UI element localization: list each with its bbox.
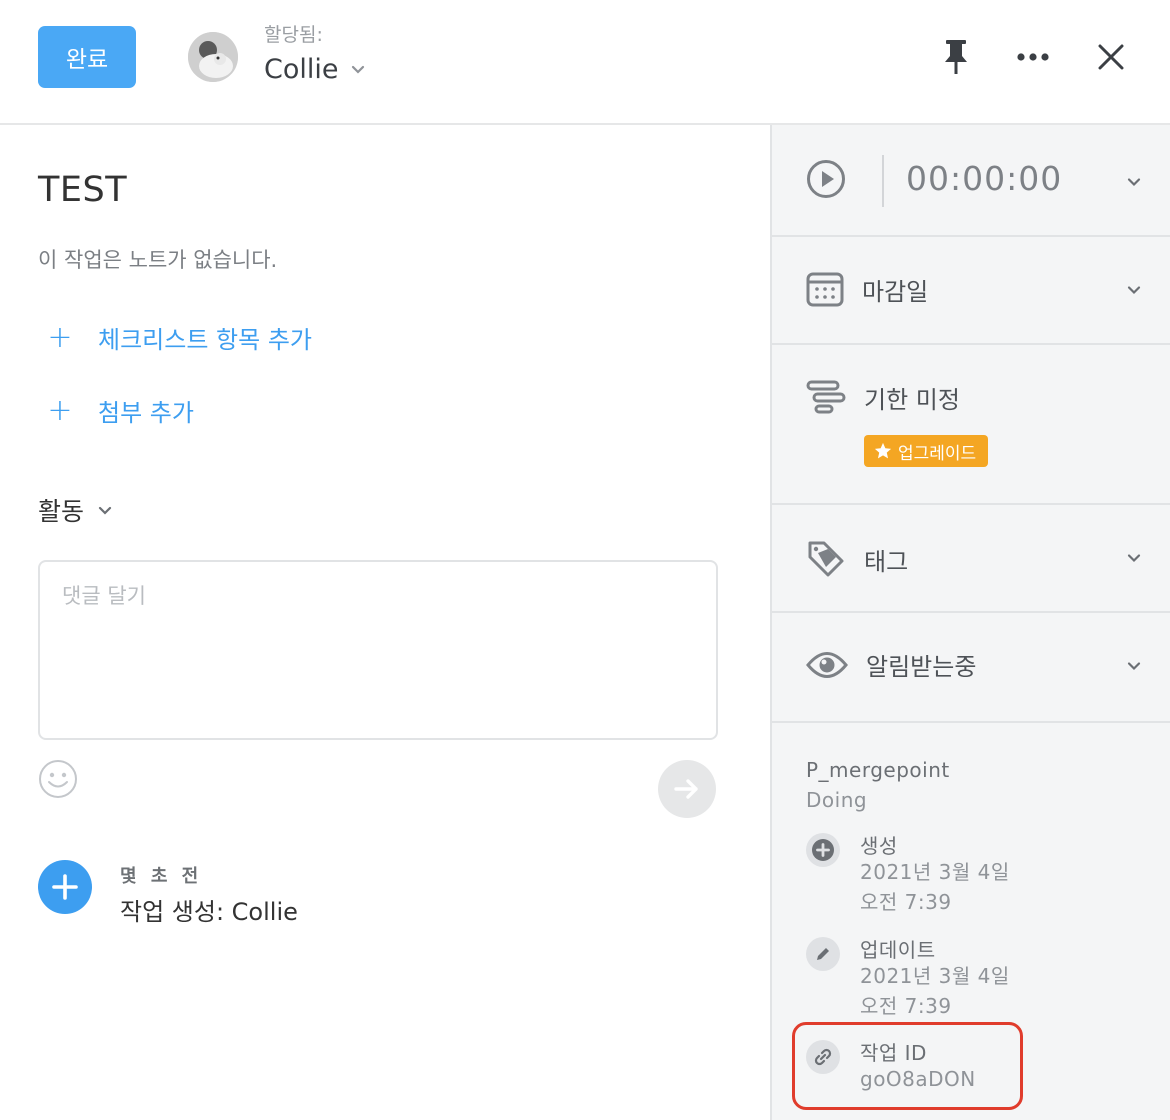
updated-label: 업데이트 xyxy=(860,938,936,962)
created-date: 2021년 3월 4일 xyxy=(860,860,1010,884)
assignee-avatar[interactable] xyxy=(188,32,238,82)
send-comment-button[interactable] xyxy=(658,760,716,818)
chevron-down-icon[interactable] xyxy=(1126,177,1142,187)
assigned-label: 할당됨: xyxy=(264,24,323,46)
following-label: 알림받는중 xyxy=(866,653,977,681)
upgrade-button[interactable]: 업그레이드 xyxy=(864,435,989,467)
done-button[interactable]: 완료 xyxy=(38,26,136,88)
duration-section: 기한 미정 업그레이드 xyxy=(772,345,1170,505)
comment-input[interactable] xyxy=(62,580,694,720)
plus-icon: + xyxy=(47,319,73,355)
plus-icon: + xyxy=(47,392,73,428)
project-name[interactable]: P_mergepoint xyxy=(806,758,950,782)
created-time: 오전 7:39 xyxy=(860,890,952,914)
followers-section[interactable]: 알림받는중 xyxy=(772,613,1170,723)
arrow-right-icon xyxy=(674,779,698,799)
pencil-icon xyxy=(817,948,829,960)
upgrade-label: 업그레이드 xyxy=(898,443,977,464)
created-icon-wrap xyxy=(806,833,840,867)
updated-time: 오전 7:39 xyxy=(860,994,952,1018)
activity-text: 작업 생성: Collie xyxy=(120,898,298,926)
due-date-label: 마감일 xyxy=(862,277,929,306)
add-checklist-button[interactable]: + 체크리스트 항목 추가 xyxy=(46,320,312,355)
timer-divider xyxy=(882,155,884,207)
tag-icon xyxy=(808,541,844,577)
chevron-down-icon[interactable] xyxy=(1126,553,1142,563)
add-attachment-button[interactable]: + 첨부 추가 xyxy=(46,393,194,428)
plus-circle-icon xyxy=(812,839,834,861)
assignee-name: Collie xyxy=(264,54,339,85)
duration-label: 기한 미정 xyxy=(864,385,960,414)
timer-section: 00:00:00 xyxy=(772,125,1170,237)
updated-icon-wrap xyxy=(806,937,840,971)
comment-box xyxy=(38,560,718,740)
activity-created-icon xyxy=(38,860,92,914)
task-title[interactable]: TEST xyxy=(38,170,127,210)
more-icon[interactable] xyxy=(1012,36,1054,78)
timer-display[interactable]: 00:00:00 xyxy=(906,159,1062,198)
activity-heading[interactable]: 활동 xyxy=(38,492,112,528)
activity-label: 활동 xyxy=(38,497,85,526)
chevron-down-icon xyxy=(351,65,364,74)
star-icon xyxy=(874,442,892,459)
task-sidebar: 00:00:00 마감일 기한 미정 업그레이드 태그 알림받는중 P_merg… xyxy=(770,125,1170,1120)
chevron-down-icon xyxy=(98,506,112,515)
emoji-icon[interactable] xyxy=(38,759,78,799)
pin-icon[interactable] xyxy=(935,36,977,78)
eye-icon xyxy=(806,651,848,678)
created-label: 생성 xyxy=(860,834,898,858)
updated-date: 2021년 3월 4일 xyxy=(860,964,1010,988)
activity-time: 몇 초 전 xyxy=(120,866,203,887)
play-icon[interactable] xyxy=(806,159,846,199)
tags-label: 태그 xyxy=(864,547,909,576)
add-attachment-label: 첨부 추가 xyxy=(98,399,194,427)
tags-section[interactable]: 태그 xyxy=(772,505,1170,613)
calendar-icon xyxy=(806,272,844,307)
chevron-down-icon[interactable] xyxy=(1126,285,1142,295)
plus-icon xyxy=(52,874,78,900)
task-notes[interactable]: 이 작업은 노트가 없습니다. xyxy=(38,244,277,274)
task-header: 완료 할당됨: Collie xyxy=(0,0,1170,125)
task-id-highlight xyxy=(792,1022,1023,1110)
close-icon[interactable] xyxy=(1090,36,1132,78)
due-date-section[interactable]: 마감일 xyxy=(772,237,1170,345)
chevron-down-icon[interactable] xyxy=(1126,661,1142,671)
add-checklist-label: 체크리스트 항목 추가 xyxy=(98,326,312,354)
timeline-icon xyxy=(806,380,846,414)
assignee-dropdown[interactable]: Collie xyxy=(264,54,365,85)
section-name[interactable]: Doing xyxy=(806,788,867,812)
